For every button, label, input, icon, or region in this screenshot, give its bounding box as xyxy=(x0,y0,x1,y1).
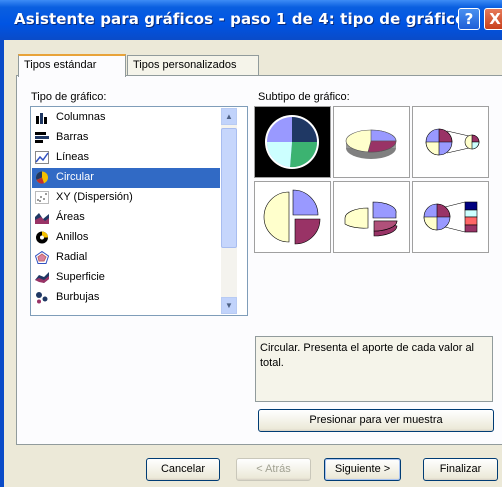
finish-button[interactable]: Finalizar xyxy=(423,458,498,481)
next-button[interactable]: Siguiente > xyxy=(324,458,401,481)
list-item-label: Superficie xyxy=(56,271,105,283)
list-item-burbujas[interactable]: Burbujas xyxy=(32,288,220,308)
tab-label: Tipos personalizados xyxy=(133,59,237,71)
chart-description: Circular. Presenta el aporte de cada val… xyxy=(255,336,493,402)
finish-button-label: Finalizar xyxy=(439,463,482,475)
title-bar[interactable]: Asistente para gráficos - paso 1 de 4: t… xyxy=(0,0,502,40)
bars-chart-icon xyxy=(35,132,49,143)
chart-type-list[interactable]: Columnas Barras Líneas Circular XY (Disp… xyxy=(30,106,248,316)
list-item-xy[interactable]: XY (Dispersión) xyxy=(32,188,220,208)
scroll-thumb[interactable] xyxy=(221,128,237,248)
subtype-exploded-pie[interactable] xyxy=(254,181,331,253)
list-item-anillos[interactable]: Anillos xyxy=(32,228,220,248)
list-item-label: Circular xyxy=(54,168,96,186)
exploded-pie-icon xyxy=(263,189,321,245)
surface-chart-icon xyxy=(35,272,49,283)
pie-chart-icon xyxy=(35,171,48,184)
subtype-exploded-3d-pie[interactable] xyxy=(333,181,410,253)
list-item-areas[interactable]: Áreas xyxy=(32,208,220,228)
subtype-3d-pie[interactable] xyxy=(333,106,410,178)
list-item-radial[interactable]: Radial xyxy=(32,248,220,268)
back-button-label: < Atrás xyxy=(256,463,291,475)
scroll-up-button[interactable]: ▲ xyxy=(221,108,237,125)
window-title: Asistente para gráficos - paso 1 de 4: t… xyxy=(14,10,466,28)
chart-type-label: Tipo de gráfico: xyxy=(31,91,107,103)
area-chart-icon xyxy=(35,213,49,224)
list-scrollbar[interactable]: ▲ ▼ xyxy=(221,108,237,314)
tab-custom-types[interactable]: Tipos personalizados xyxy=(127,55,259,75)
list-item-lineas[interactable]: Líneas xyxy=(32,148,220,168)
window-frame xyxy=(0,40,4,487)
pie-icon xyxy=(265,115,319,169)
cancel-button[interactable]: Cancelar xyxy=(146,458,220,481)
exploded-3d-pie-icon xyxy=(344,201,398,237)
list-item-circular[interactable]: Circular xyxy=(32,168,220,188)
scroll-down-button[interactable]: ▼ xyxy=(221,297,237,314)
tab-label: Tipos estándar xyxy=(24,59,97,71)
help-button[interactable]: ? xyxy=(458,8,480,30)
3d-pie-icon xyxy=(345,129,397,159)
columns-chart-icon xyxy=(36,113,47,124)
cancel-button-label: Cancelar xyxy=(160,463,206,475)
tab-standard-types[interactable]: Tipos estándar xyxy=(18,54,126,77)
list-item-label: Líneas xyxy=(56,151,90,163)
scatter-chart-icon xyxy=(35,191,49,204)
pie-of-pie-icon xyxy=(425,128,480,156)
preview-button[interactable]: Presionar para ver muestra xyxy=(258,409,494,432)
list-item-columnas[interactable]: Columnas xyxy=(32,108,220,128)
radar-chart-icon xyxy=(35,251,49,264)
list-item-barras[interactable]: Barras xyxy=(32,128,220,148)
next-button-label: Siguiente > xyxy=(334,463,391,475)
list-item-label: Barras xyxy=(56,131,89,143)
list-item-label: XY (Dispersión) xyxy=(56,191,133,203)
preview-button-label: Presionar para ver muestra xyxy=(309,414,443,426)
list-item-label: Radial xyxy=(56,251,88,263)
subtype-label: Subtipo de gráfico: xyxy=(258,91,350,103)
subtype-pie-of-pie[interactable] xyxy=(412,106,489,178)
list-item-label: Burbujas xyxy=(56,291,100,303)
list-item-label: Áreas xyxy=(56,211,85,223)
bar-of-pie-icon xyxy=(423,201,478,233)
subtype-pie[interactable] xyxy=(254,106,331,178)
list-item-label: Columnas xyxy=(56,111,106,123)
bubble-chart-icon xyxy=(36,292,48,304)
doughnut-chart-icon xyxy=(36,231,48,244)
close-button[interactable]: X xyxy=(484,8,502,30)
list-item-label: Anillos xyxy=(56,231,89,243)
list-item-superficie[interactable]: Superficie xyxy=(32,268,220,288)
back-button[interactable]: < Atrás xyxy=(236,458,311,481)
line-chart-icon xyxy=(35,151,49,164)
subtype-bar-of-pie[interactable] xyxy=(412,181,489,253)
